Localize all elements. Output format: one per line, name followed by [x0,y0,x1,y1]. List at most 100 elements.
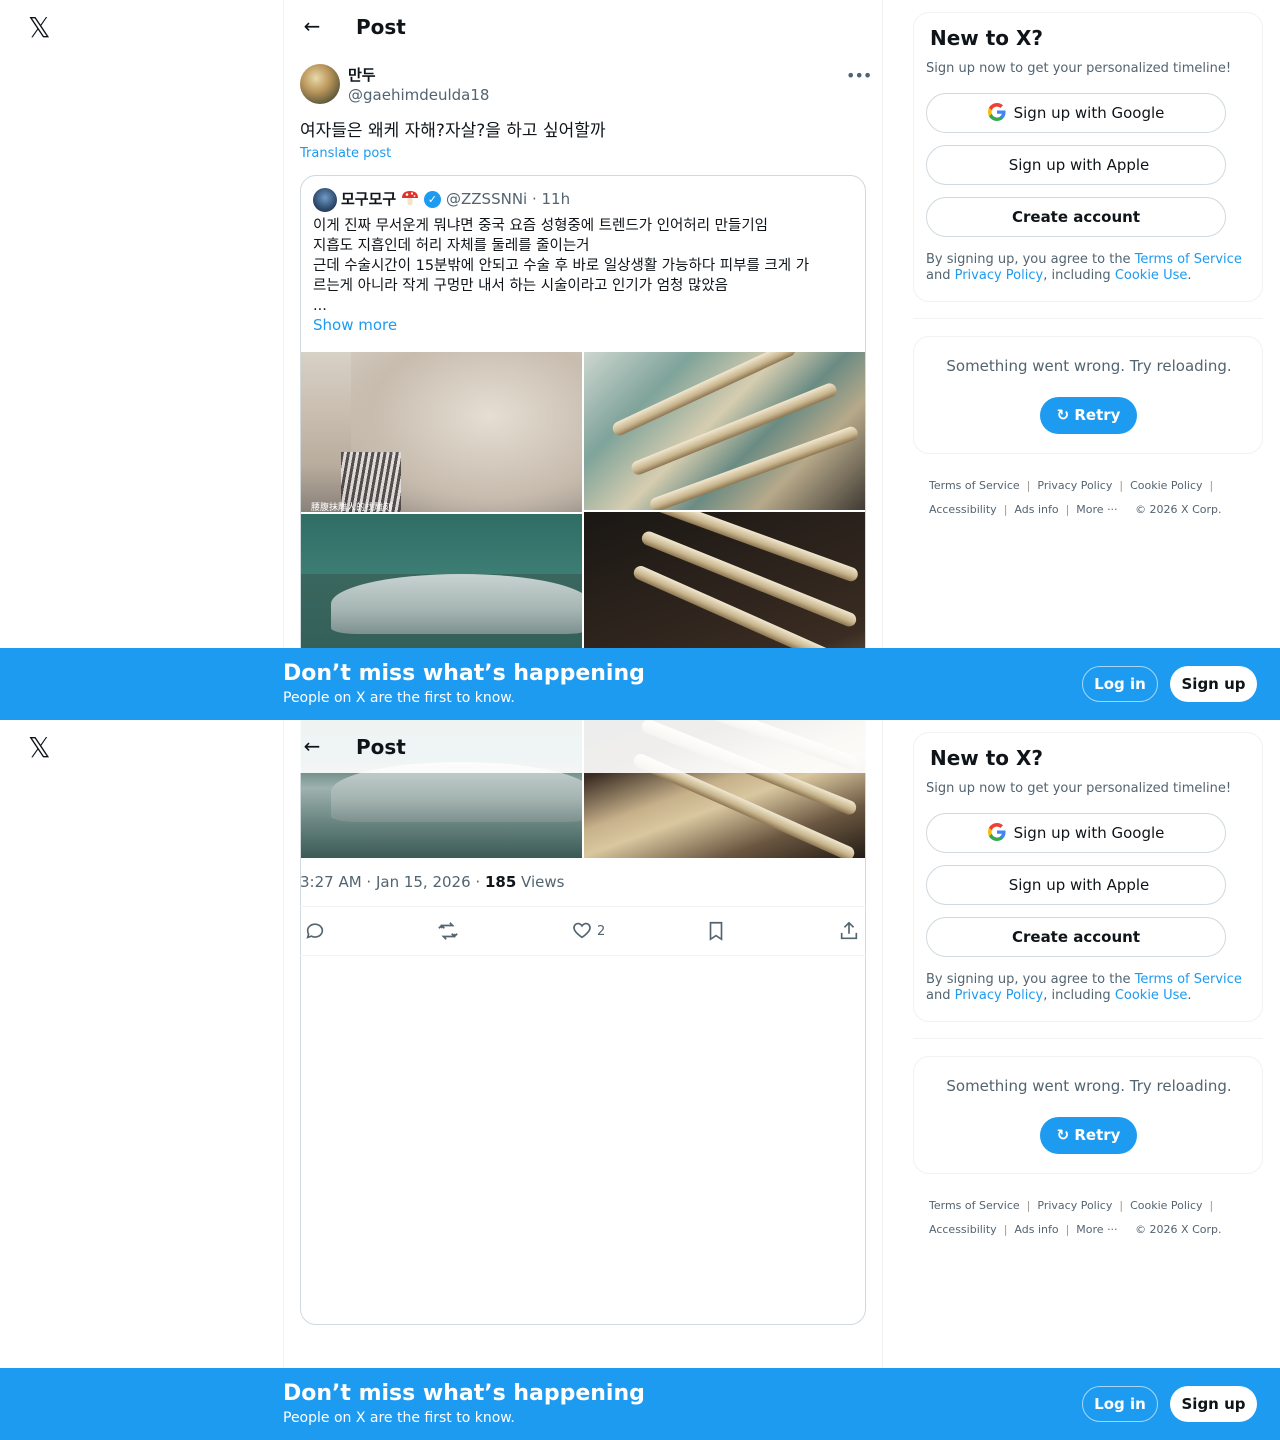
signup-apple-button[interactable]: Sign up with Apple [926,145,1226,185]
signup-title: New to X? [930,26,1044,50]
footer-accessibility-link[interactable]: Accessibility [929,503,997,516]
x-logo-icon[interactable]: 𝕏 [28,734,56,762]
terms-link[interactable]: Terms of Service [1135,972,1242,987]
media-image-1[interactable]: 腰腹抹雕人的找雕刻 [301,352,582,512]
quote-line: 이게 진짜 무서운게 뭐냐면 중국 요즘 성형중에 트렌드가 인어허리 만들기임 [313,218,769,234]
bookmark-icon[interactable] [705,919,727,943]
signup-banner: Don’t miss what’s happening People on X … [0,648,1280,720]
quote-handle-time: @ZZSSNNi · 11h [446,190,571,208]
google-icon [987,823,1006,841]
x-logo-icon[interactable]: 𝕏 [28,14,56,42]
viewport-scrolled: 𝕏 만두 @gaehimdeulda18 ••• 여자들은 왜케 자해?자살?을… [0,720,1280,1440]
retry-button[interactable]: ↻ Retry [1040,1117,1137,1154]
viewport-top: 𝕏 만두 @gaehimdeulda18 ••• 여자들은 왜케 자해?자살?을… [0,0,1280,720]
main-column: 만두 @gaehimdeulda18 ••• 여자들은 왜케 자해?자살?을 하… [283,0,883,720]
views-count: 185 [484,873,517,891]
footer-privacy-link[interactable]: Privacy Policy [1037,1199,1112,1212]
like-button[interactable]: 2 [571,919,605,943]
rib-shape [629,381,839,477]
translate-post-link[interactable]: Translate post [300,146,391,161]
rib-shape [648,424,860,510]
mushroom-emoji-icon [402,191,418,205]
page-title: Post [356,735,406,759]
main-column: 만두 @gaehimdeulda18 ••• 여자들은 왜케 자해?자살?을 하… [283,720,883,1440]
login-button[interactable]: Log in [1082,666,1158,702]
verified-icon: ✓ [424,191,441,208]
reply-icon[interactable] [304,919,326,943]
footer-ads-link[interactable]: Ads info [1014,503,1058,516]
error-card: Something went wrong. Try reloading. ↻ R… [913,1056,1263,1174]
back-arrow-icon[interactable]: ← [300,14,324,38]
retry-icon: ↻ [1056,1126,1075,1144]
cookie-link[interactable]: Cookie Use [1115,988,1188,1003]
privacy-link[interactable]: Privacy Policy [955,988,1044,1003]
quote-line: 근데 수술시간이 15분밖에 안되고 수술 후 바로 일상생활 가능하다 피부를… [313,258,810,274]
quote-avatar [313,188,337,212]
share-icon[interactable] [838,919,860,943]
error-message: Something went wrong. Try reloading. [946,357,1232,375]
author-handle[interactable]: @gaehimdeulda18 [348,85,489,105]
signup-legal: By signing up, you agree to the Terms of… [926,252,1251,284]
like-count: 2 [597,924,606,939]
signup-banner: Don’t miss what’s happening People on X … [0,1368,1280,1440]
legal-text: , including [1043,268,1115,283]
create-account-button[interactable]: Create account [926,917,1226,957]
signup-card: New to X? Sign up now to get your person… [913,12,1263,302]
top-bar: ← Post [283,0,883,53]
show-more-link[interactable]: Show more [313,316,397,334]
quote-line: 지흡도 지흡인데 허리 자체를 둘레를 줄이는거 [313,238,590,254]
signup-google-button[interactable]: Sign up with Google [926,813,1226,853]
quote-author-name: 모구모구 [341,190,397,208]
footer-terms-link[interactable]: Terms of Service [929,479,1020,492]
media-image-2[interactable] [584,352,865,510]
footer-terms-link[interactable]: Terms of Service [929,1199,1020,1212]
repost-icon[interactable] [437,919,459,943]
quoted-post[interactable]: 모구모구 ✓ @ZZSSNNi · 11h 이게 진짜 무서운게 뭐냐면 중국 … [300,175,866,720]
google-label: Sign up with Google [1013,824,1165,842]
signup-button[interactable]: Sign up [1170,666,1257,702]
legal-text: By signing up, you agree to the [926,972,1135,987]
page-title: Post [356,15,406,39]
footer-cookie-link[interactable]: Cookie Policy [1130,1199,1202,1212]
login-button[interactable]: Log in [1082,1386,1158,1422]
legal-text: and [926,268,955,283]
signup-card: New to X? Sign up now to get your person… [913,732,1263,1022]
create-account-button[interactable]: Create account [926,197,1226,237]
google-label: Sign up with Google [1013,104,1165,122]
quote-line: 르는게 아니라 작게 구멍만 내서 하는 시술이라고 인기가 엄청 많았음 [313,278,728,294]
retry-icon: ↻ [1056,406,1075,424]
banner-subtitle: People on X are the first to know. [283,690,515,706]
legal-text: . [1187,988,1192,1003]
legal-text: By signing up, you agree to the [926,252,1135,267]
error-message: Something went wrong. Try reloading. [946,1077,1232,1095]
retry-button[interactable]: ↻ Retry [1040,397,1137,434]
post-text: 여자들은 왜케 자해?자살?을 하고 싶어할까 [300,121,606,141]
signup-title: New to X? [930,746,1044,770]
legal-text: . [1187,268,1192,283]
divider [913,318,1263,319]
google-icon [987,103,1006,121]
back-arrow-icon[interactable]: ← [300,734,324,758]
privacy-link[interactable]: Privacy Policy [955,268,1044,283]
footer-privacy-link[interactable]: Privacy Policy [1037,479,1112,492]
footer-more-link[interactable]: More ··· [1076,503,1117,516]
terms-link[interactable]: Terms of Service [1135,252,1242,267]
avatar[interactable] [300,64,340,104]
abdomen-shape [331,574,582,634]
more-icon[interactable]: ••• [846,66,872,86]
signup-apple-button[interactable]: Sign up with Apple [926,865,1226,905]
footer-cookie-link[interactable]: Cookie Policy [1130,479,1202,492]
quoted-post[interactable]: 모구모구 ✓ @ZZSSNNi · 11h 이게 진짜 무서운게 뭐냐면 중국 … [300,720,866,1325]
author-name[interactable]: 만두 [348,65,376,85]
post-timestamp[interactable]: 3:27 AM · Jan 15, 2026 · [300,873,485,891]
footer-more-link[interactable]: More ··· [1076,1223,1117,1236]
error-card: Something went wrong. Try reloading. ↻ R… [913,336,1263,454]
legal-text: , including [1043,988,1115,1003]
retry-label: Retry [1074,1126,1121,1144]
signup-button[interactable]: Sign up [1170,1386,1257,1422]
footer-links: Terms of Service | Privacy Policy | Cookie P… [929,479,1222,516]
footer-ads-link[interactable]: Ads info [1014,1223,1058,1236]
cookie-link[interactable]: Cookie Use [1115,268,1188,283]
footer-accessibility-link[interactable]: Accessibility [929,1223,997,1236]
signup-google-button[interactable]: Sign up with Google [926,93,1226,133]
